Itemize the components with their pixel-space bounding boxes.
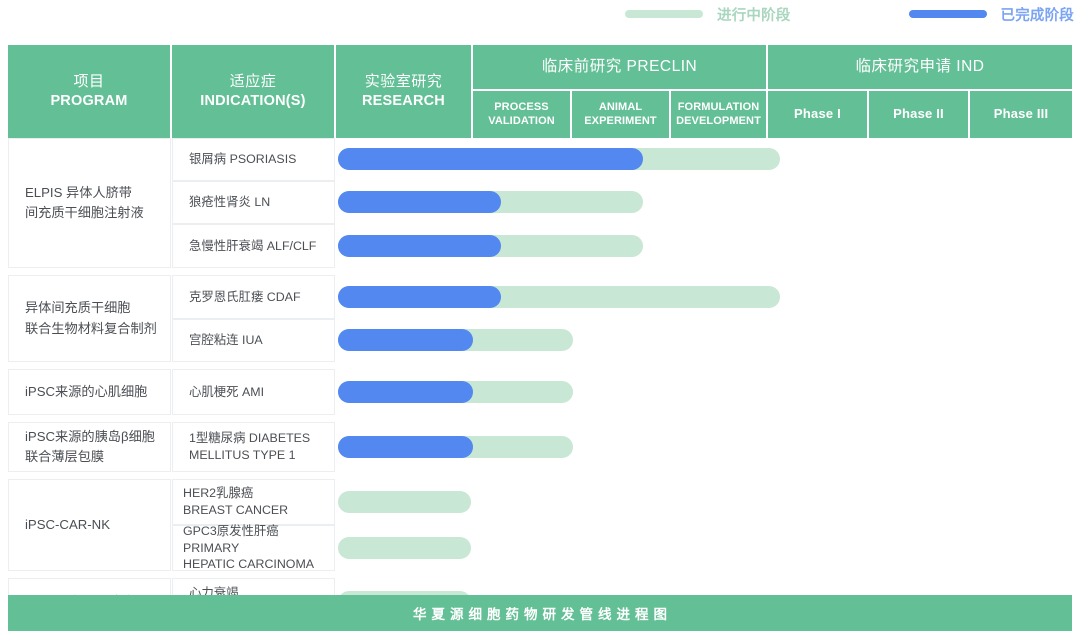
progress-bar-row — [338, 381, 1080, 403]
header-program: 项目 PROGRAM — [8, 45, 172, 138]
header-animal-experiment-label: ANIMAL EXPERIMENT — [572, 101, 669, 127]
indication-label: 1型糖尿病 DIABETES — [189, 431, 310, 445]
legend: 进行中阶段 已完成阶段 — [0, 0, 1080, 28]
program-cell: 异体间充质干细胞 联合生物材料复合制剂 — [8, 275, 171, 362]
header-indication-en: INDICATION(S) — [200, 92, 305, 110]
indication-label-2: BREAST CANCER — [183, 503, 288, 517]
legend-swatch-ongoing — [625, 10, 703, 18]
program-label-line2: 联合薄层包膜 — [25, 449, 104, 464]
progress-bar-row — [338, 191, 1080, 213]
progress-bar-row — [338, 329, 1080, 351]
progress-bar-row — [338, 286, 1080, 308]
indication-label-2: MELLITUS TYPE 1 — [189, 448, 296, 462]
header-process-validation: PROCESS VALIDATION — [473, 91, 572, 138]
progress-bar-row — [338, 148, 1080, 170]
program-cell: iPSC来源的心肌细胞 — [8, 369, 171, 415]
header-process-validation-label: PROCESS VALIDATION — [473, 101, 570, 127]
header-research-cn: 实验室研究 — [365, 73, 443, 92]
bar-completed — [338, 329, 473, 351]
header-phase-2: Phase II — [869, 91, 970, 138]
header-formulation-development-label: FORMULATION DEVELOPMENT — [671, 101, 766, 127]
header-program-en: PROGRAM — [50, 92, 127, 110]
indication-cell: 心肌梗死 AMI — [172, 369, 335, 415]
header-preclin-group: 临床前研究 PRECLIN — [473, 45, 768, 91]
bar-ongoing — [338, 491, 471, 513]
program-label-line2: 间充质干细胞注射液 — [25, 205, 144, 220]
program-cell: iPSC-CAR-NK — [8, 479, 171, 571]
header-phase-1: Phase I — [768, 91, 869, 138]
header-indication-cn: 适应症 — [230, 73, 277, 92]
indication-cell: 急慢性肝衰竭 ALF/CLF — [172, 224, 335, 268]
header-ind-group-label: 临床研究申请 IND — [855, 57, 984, 76]
indication-cell: 1型糖尿病 DIABETES MELLITUS TYPE 1 — [172, 422, 335, 472]
indication-label: 宫腔粘连 IUA — [189, 333, 263, 347]
table-header: 项目 PROGRAM 适应症 INDICATION(S) 实验室研究 RESEA… — [8, 45, 1072, 138]
program-label-line1: iPSC来源的胰岛β细胞 — [25, 429, 155, 444]
indication-cell: HER2乳腺癌 BREAST CANCER — [172, 479, 335, 525]
progress-bar-row — [338, 491, 1080, 513]
bar-completed — [338, 381, 473, 403]
progress-bar-row — [338, 235, 1080, 257]
indication-label: 银屑病 PSORIASIS — [189, 152, 296, 166]
legend-label-completed: 已完成阶段 — [1001, 4, 1075, 25]
indication-label-2: HEPATIC CARCINOMA — [183, 557, 314, 571]
header-formulation-development: FORMULATION DEVELOPMENT — [671, 91, 768, 138]
legend-item-ongoing: 进行中阶段 — [625, 4, 791, 25]
header-phase-3-label: Phase III — [994, 106, 1049, 122]
indication-label: 狼疮性肾炎 LN — [189, 195, 270, 209]
bar-completed — [338, 191, 501, 213]
program-label-line1: 异体间充质干细胞 — [25, 300, 131, 315]
indication-label: 急慢性肝衰竭 ALF/CLF — [189, 239, 316, 253]
legend-label-ongoing: 进行中阶段 — [717, 4, 791, 25]
bar-completed — [338, 436, 473, 458]
indication-cell: 银屑病 PSORIASIS — [172, 138, 335, 181]
bar-ongoing — [338, 537, 471, 559]
indication-cell: 狼疮性肾炎 LN — [172, 181, 335, 224]
bar-completed — [338, 286, 501, 308]
header-animal-experiment: ANIMAL EXPERIMENT — [572, 91, 671, 138]
header-phase-2-label: Phase II — [893, 106, 944, 122]
progress-bar-row — [338, 537, 1080, 559]
indication-cell: 宫腔粘连 IUA — [172, 319, 335, 362]
header-research: 实验室研究 RESEARCH — [336, 45, 473, 138]
bar-completed — [338, 235, 501, 257]
program-label-line1: iPSC-CAR-NK — [25, 517, 110, 532]
legend-swatch-completed — [909, 10, 987, 18]
header-ind-group: 临床研究申请 IND — [768, 45, 1072, 91]
footer-title: 华夏源细胞药物研发管线进程图 — [408, 603, 672, 623]
program-label-line2: 联合生物材料复合制剂 — [25, 321, 157, 336]
header-program-cn: 项目 — [73, 73, 104, 92]
indication-label: 克罗恩氏肛瘘 CDAF — [189, 290, 301, 304]
indication-label: HER2乳腺癌 — [183, 486, 253, 500]
footer-title-bar: 华夏源细胞药物研发管线进程图 — [8, 595, 1072, 631]
indication-label: 心肌梗死 AMI — [189, 385, 264, 399]
table-body: ELPIS 异体人脐带 间充质干细胞注射液 银屑病 PSORIASIS 狼疮性肾… — [8, 138, 1072, 586]
program-cell: iPSC来源的胰岛β细胞 联合薄层包膜 — [8, 422, 171, 472]
header-phase-3: Phase III — [970, 91, 1072, 138]
header-indication: 适应症 INDICATION(S) — [172, 45, 336, 138]
bar-completed — [338, 148, 643, 170]
pipeline-table: 项目 PROGRAM 适应症 INDICATION(S) 实验室研究 RESEA… — [8, 45, 1072, 631]
program-label-line1: ELPIS 异体人脐带 — [25, 185, 132, 200]
header-research-en: RESEARCH — [362, 92, 445, 110]
indication-label: GPC3原发性肝癌 PRIMARY — [183, 524, 279, 555]
program-label-line1: iPSC来源的心肌细胞 — [25, 384, 147, 399]
program-cell: ELPIS 异体人脐带 间充质干细胞注射液 — [8, 138, 171, 268]
header-preclin-group-label: 临床前研究 PRECLIN — [542, 57, 698, 76]
legend-item-completed: 已完成阶段 — [909, 4, 1075, 25]
header-phase-1-label: Phase I — [794, 106, 841, 122]
indication-cell: GPC3原发性肝癌 PRIMARY HEPATIC CARCINOMA — [172, 525, 335, 571]
progress-bar-row — [338, 436, 1080, 458]
indication-cell: 克罗恩氏肛瘘 CDAF — [172, 275, 335, 319]
